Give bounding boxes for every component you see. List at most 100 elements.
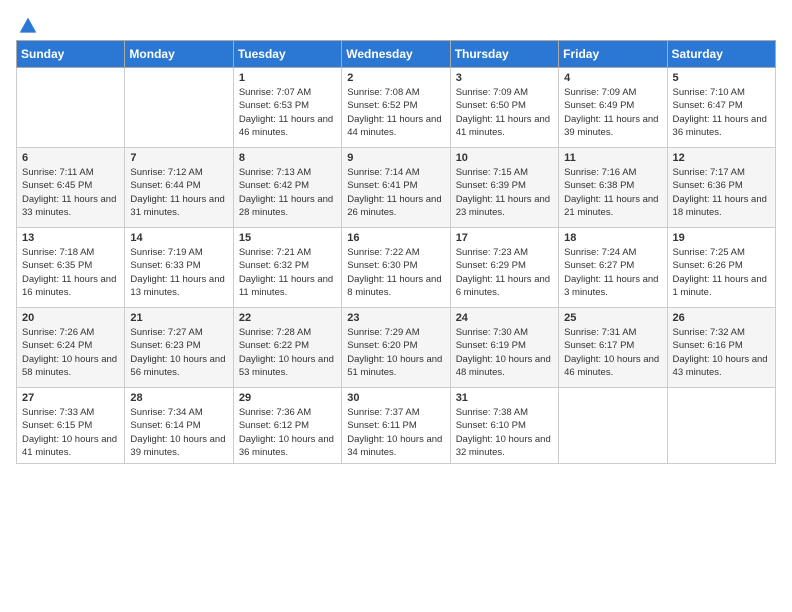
calendar-week-row: 6 Sunrise: 7:11 AM Sunset: 6:45 PM Daylig… [17,148,776,228]
day-number: 6 [22,152,119,164]
calendar-cell [559,388,667,464]
calendar-cell: 15Sunrise: 7:21 AM Sunset: 6:32 PM Dayli… [233,228,341,308]
day-number: 17 [456,232,553,244]
day-info: Sunrise: 7:18 AM Sunset: 6:35 PM Dayligh… [22,246,119,299]
day-number: 27 [22,392,119,404]
day-number: 12 [673,152,770,164]
day-info: Sunrise: 7:22 AM Sunset: 6:30 PM Dayligh… [347,246,444,299]
day-number: 4 [564,72,661,84]
calendar-header-row: SundayMondayTuesdayWednesdayThursdayFrid… [17,41,776,68]
logo [16,16,38,32]
calendar-cell [667,388,775,464]
calendar-cell: 16 Sunrise: 7:22 AM Sunset: 6:30 PM Dayli… [342,228,450,308]
day-number: 15 [239,232,336,244]
calendar-week-row: 20Sunrise: 7:26 AM Sunset: 6:24 PM Dayli… [17,308,776,388]
day-of-week-sunday: Sunday [17,41,125,68]
day-number: 10 [456,152,553,164]
calendar-cell: 10 Sunrise: 7:15 AM Sunset: 6:39 PM Dayli… [450,148,558,228]
calendar-cell: 28 Sunrise: 7:34 AM Sunset: 6:14 PM Dayli… [125,388,233,464]
calendar-cell: 21Sunrise: 7:27 AM Sunset: 6:23 PM Dayli… [125,308,233,388]
day-number: 28 [130,392,227,404]
calendar-cell: 5 Sunrise: 7:10 AM Sunset: 6:47 PM Daylig… [667,68,775,148]
day-info: Sunrise: 7:30 AM Sunset: 6:19 PM Dayligh… [456,326,553,379]
calendar-cell: 24 Sunrise: 7:30 AM Sunset: 6:19 PM Dayli… [450,308,558,388]
calendar-cell: 14 Sunrise: 7:19 AM Sunset: 6:33 PM Dayli… [125,228,233,308]
day-of-week-thursday: Thursday [450,41,558,68]
calendar-cell: 7 Sunrise: 7:12 AM Sunset: 6:44 PM Daylig… [125,148,233,228]
day-info: Sunrise: 7:31 AM Sunset: 6:17 PM Dayligh… [564,326,661,379]
day-number: 24 [456,312,553,324]
day-info: Sunrise: 7:38 AM Sunset: 6:10 PM Dayligh… [456,406,553,459]
day-info: Sunrise: 7:09 AM Sunset: 6:50 PM Dayligh… [456,86,553,139]
day-info: Sunrise: 7:07 AM Sunset: 6:53 PM Dayligh… [239,86,336,139]
day-number: 11 [564,152,661,164]
day-number: 31 [456,392,553,404]
day-number: 26 [673,312,770,324]
day-info: Sunrise: 7:15 AM Sunset: 6:39 PM Dayligh… [456,166,553,219]
day-number: 2 [347,72,444,84]
calendar-cell: 26 Sunrise: 7:32 AM Sunset: 6:16 PM Dayli… [667,308,775,388]
calendar-cell: 23 Sunrise: 7:29 AM Sunset: 6:20 PM Dayli… [342,308,450,388]
calendar-cell: 31 Sunrise: 7:38 AM Sunset: 6:10 PM Dayli… [450,388,558,464]
calendar-cell [125,68,233,148]
day-info: Sunrise: 7:32 AM Sunset: 6:16 PM Dayligh… [673,326,770,379]
day-info: Sunrise: 7:17 AM Sunset: 6:36 PM Dayligh… [673,166,770,219]
day-number: 18 [564,232,661,244]
calendar-week-row: 13 Sunrise: 7:18 AM Sunset: 6:35 PM Dayli… [17,228,776,308]
day-info: Sunrise: 7:10 AM Sunset: 6:47 PM Dayligh… [673,86,770,139]
day-number: 13 [22,232,119,244]
calendar-cell: 13 Sunrise: 7:18 AM Sunset: 6:35 PM Dayli… [17,228,125,308]
day-info: Sunrise: 7:12 AM Sunset: 6:44 PM Dayligh… [130,166,227,219]
day-number: 1 [239,72,336,84]
calendar-cell [17,68,125,148]
calendar-cell: 3 Sunrise: 7:09 AM Sunset: 6:50 PM Daylig… [450,68,558,148]
day-info: Sunrise: 7:33 AM Sunset: 6:15 PM Dayligh… [22,406,119,459]
calendar-table: SundayMondayTuesdayWednesdayThursdayFrid… [16,40,776,464]
day-info: Sunrise: 7:23 AM Sunset: 6:29 PM Dayligh… [456,246,553,299]
day-info: Sunrise: 7:16 AM Sunset: 6:38 PM Dayligh… [564,166,661,219]
day-info: Sunrise: 7:24 AM Sunset: 6:27 PM Dayligh… [564,246,661,299]
calendar-cell: 19 Sunrise: 7:25 AM Sunset: 6:26 PM Dayli… [667,228,775,308]
calendar-cell: 12 Sunrise: 7:17 AM Sunset: 6:36 PM Dayli… [667,148,775,228]
day-info: Sunrise: 7:28 AM Sunset: 6:22 PM Dayligh… [239,326,336,379]
day-info: Sunrise: 7:08 AM Sunset: 6:52 PM Dayligh… [347,86,444,139]
calendar-cell: 4Sunrise: 7:09 AM Sunset: 6:49 PM Daylig… [559,68,667,148]
day-info: Sunrise: 7:37 AM Sunset: 6:11 PM Dayligh… [347,406,444,459]
day-of-week-tuesday: Tuesday [233,41,341,68]
day-number: 19 [673,232,770,244]
day-info: Sunrise: 7:19 AM Sunset: 6:33 PM Dayligh… [130,246,227,299]
calendar-cell: 8Sunrise: 7:13 AM Sunset: 6:42 PM Daylig… [233,148,341,228]
day-number: 20 [22,312,119,324]
day-of-week-wednesday: Wednesday [342,41,450,68]
calendar-cell: 2 Sunrise: 7:08 AM Sunset: 6:52 PM Daylig… [342,68,450,148]
logo-icon [18,16,38,36]
day-info: Sunrise: 7:36 AM Sunset: 6:12 PM Dayligh… [239,406,336,459]
day-info: Sunrise: 7:13 AM Sunset: 6:42 PM Dayligh… [239,166,336,219]
calendar-cell: 17 Sunrise: 7:23 AM Sunset: 6:29 PM Dayli… [450,228,558,308]
day-number: 3 [456,72,553,84]
day-number: 23 [347,312,444,324]
day-info: Sunrise: 7:25 AM Sunset: 6:26 PM Dayligh… [673,246,770,299]
calendar-cell: 25Sunrise: 7:31 AM Sunset: 6:17 PM Dayli… [559,308,667,388]
calendar-cell: 1 Sunrise: 7:07 AM Sunset: 6:53 PM Daylig… [233,68,341,148]
calendar-cell: 18 Sunrise: 7:24 AM Sunset: 6:27 PM Dayli… [559,228,667,308]
day-of-week-friday: Friday [559,41,667,68]
day-of-week-monday: Monday [125,41,233,68]
day-number: 5 [673,72,770,84]
day-info: Sunrise: 7:11 AM Sunset: 6:45 PM Dayligh… [22,166,119,219]
day-info: Sunrise: 7:34 AM Sunset: 6:14 PM Dayligh… [130,406,227,459]
day-number: 7 [130,152,227,164]
day-number: 22 [239,312,336,324]
day-number: 16 [347,232,444,244]
calendar-cell: 29Sunrise: 7:36 AM Sunset: 6:12 PM Dayli… [233,388,341,464]
calendar-week-row: 1 Sunrise: 7:07 AM Sunset: 6:53 PM Daylig… [17,68,776,148]
calendar-cell: 30 Sunrise: 7:37 AM Sunset: 6:11 PM Dayli… [342,388,450,464]
day-info: Sunrise: 7:29 AM Sunset: 6:20 PM Dayligh… [347,326,444,379]
day-number: 14 [130,232,227,244]
calendar-cell: 9 Sunrise: 7:14 AM Sunset: 6:41 PM Daylig… [342,148,450,228]
day-number: 30 [347,392,444,404]
day-number: 9 [347,152,444,164]
page-header [16,16,776,32]
day-info: Sunrise: 7:14 AM Sunset: 6:41 PM Dayligh… [347,166,444,219]
calendar-week-row: 27 Sunrise: 7:33 AM Sunset: 6:15 PM Dayli… [17,388,776,464]
